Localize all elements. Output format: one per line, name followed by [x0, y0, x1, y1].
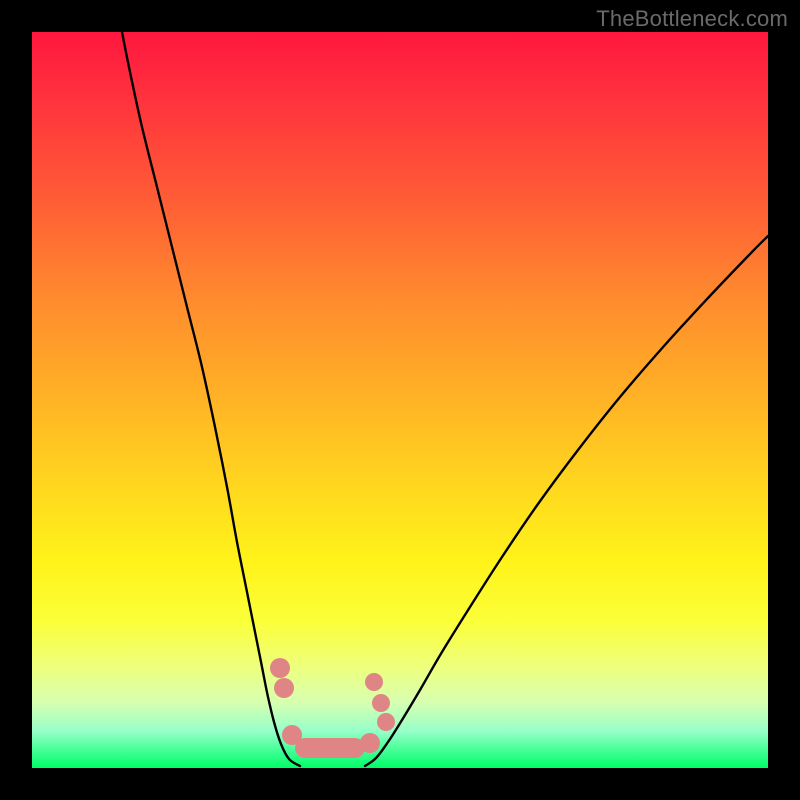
right-curve [365, 236, 768, 766]
marker-pill [295, 738, 365, 758]
marker-group [270, 658, 395, 758]
marker-dot [270, 658, 290, 678]
watermark-text: TheBottleneck.com [596, 6, 788, 32]
chart-svg [32, 32, 768, 768]
marker-dot [274, 678, 294, 698]
marker-dot [365, 673, 383, 691]
left-curve [122, 32, 300, 766]
marker-dot [282, 725, 302, 745]
plot-area [32, 32, 768, 768]
marker-dot [360, 733, 380, 753]
outer-frame: TheBottleneck.com [0, 0, 800, 800]
marker-dot [377, 713, 395, 731]
marker-dot [372, 694, 390, 712]
